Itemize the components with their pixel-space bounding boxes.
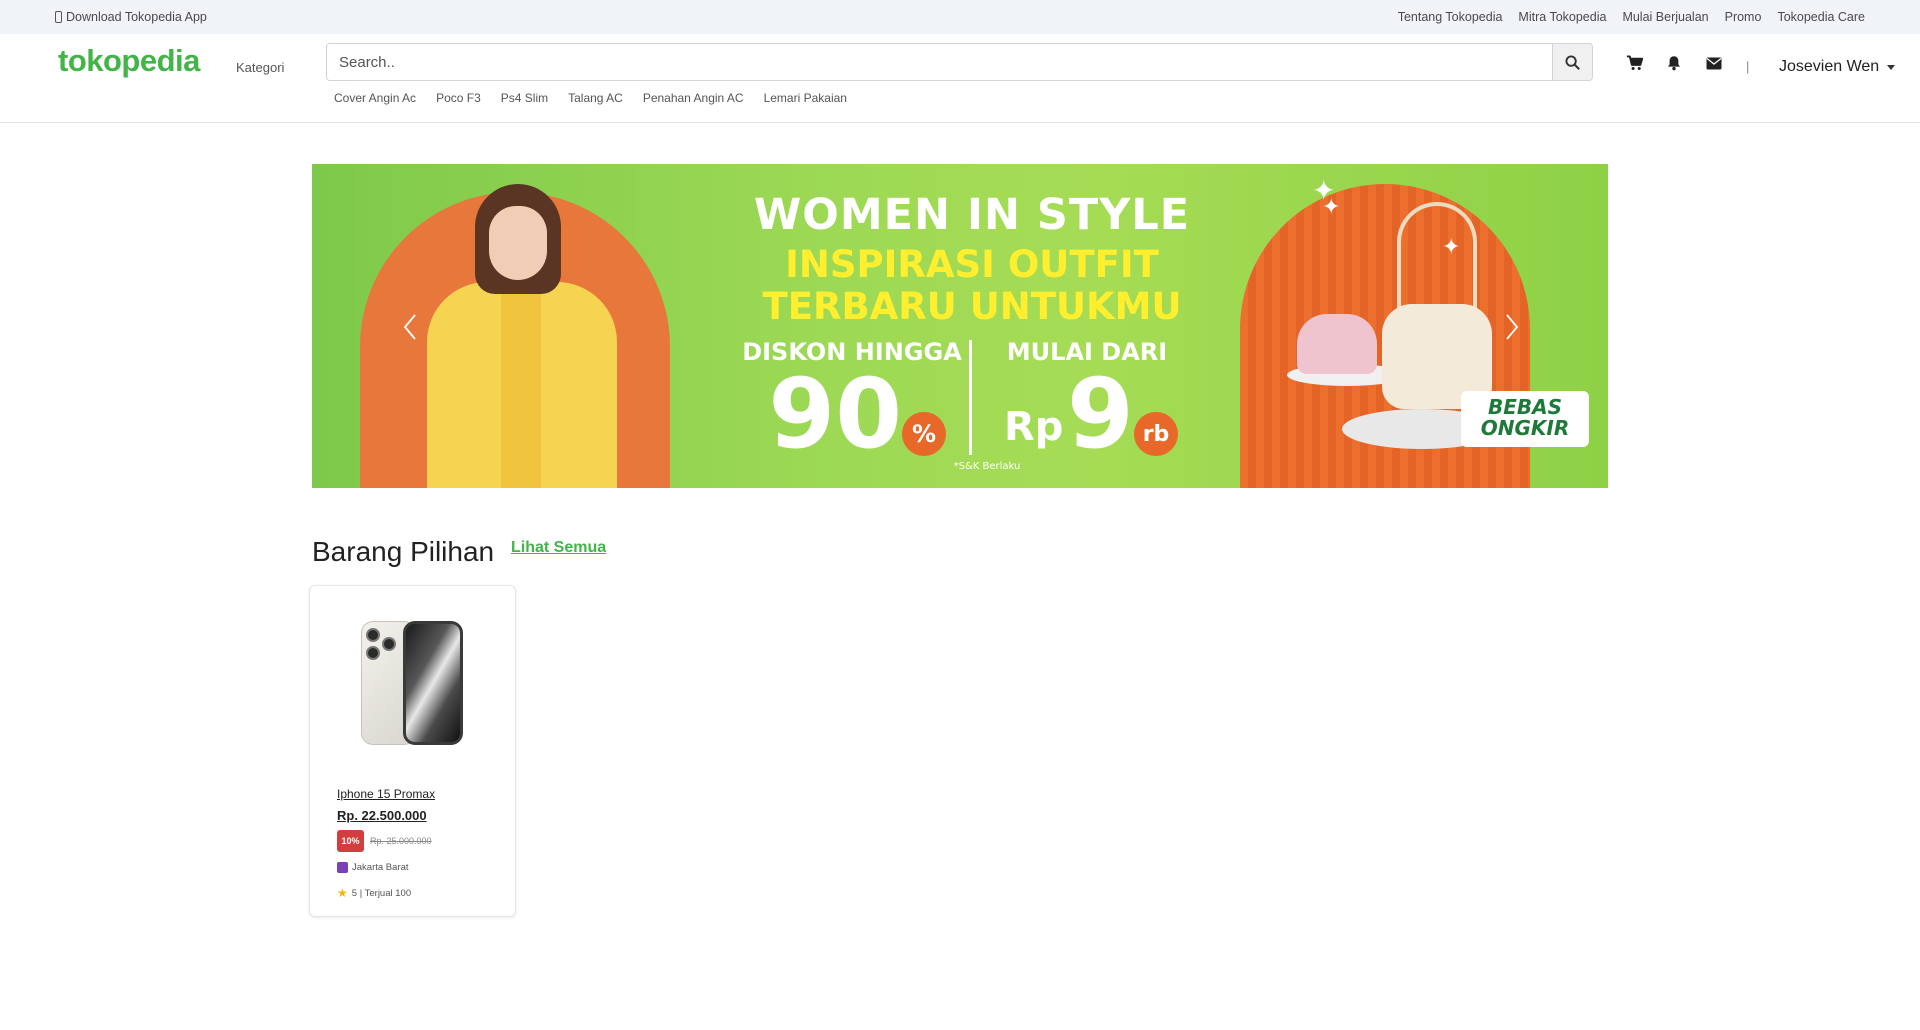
rating-sold-text: 5 | Terjual 100 <box>351 887 412 899</box>
top-links: Tentang Tokopedia Mitra Tokopedia Mulai … <box>1398 10 1865 24</box>
main-header: tokopedia Kategori Cover Angin Ac Poco F… <box>0 34 1920 123</box>
sparkle-icon: ✦ <box>1442 234 1461 259</box>
link-mulai-berjualan[interactable]: Mulai Berjualan <box>1622 10 1708 24</box>
product-rating: ★ 5 | Terjual 100 <box>337 886 411 900</box>
search-button[interactable] <box>1552 44 1592 80</box>
promo-banner[interactable]: ✦ ✦ ✦ WOMEN IN STYLE INSPIRASI OUTFIT TE… <box>312 164 1608 488</box>
banner-diskon-value: 90 <box>768 358 902 470</box>
banner-subtitle-line1: INSPIRASI OUTFIT <box>785 243 1159 286</box>
discount-badge: 10% <box>337 830 364 852</box>
user-name: Josevien Wen <box>1779 58 1880 75</box>
product-price: Rp. 22.500.000 <box>337 808 427 823</box>
banner-mulai-prefix: Rp <box>1004 404 1064 450</box>
banner-shoe-image <box>1297 314 1377 374</box>
message-button[interactable] <box>1705 54 1723 72</box>
bebas-ongkir-badge: BEBAS ONGKIR <box>1461 391 1589 447</box>
notification-button[interactable] <box>1665 54 1683 72</box>
product-location: Jakarta Barat <box>337 862 409 873</box>
bell-icon <box>1668 56 1680 71</box>
shop-badge-icon <box>337 862 348 873</box>
banner-model-image <box>417 184 617 488</box>
banner-mulai-value: 9 <box>1067 358 1134 470</box>
banner-terms: *S&K Berlaku <box>953 461 1021 472</box>
chevron-down-icon <box>1887 64 1896 70</box>
see-all-link[interactable]: Lihat Semua <box>511 539 606 557</box>
chevron-right-icon <box>1506 314 1519 340</box>
search-icon <box>1565 54 1580 70</box>
banner-subtitle: INSPIRASI OUTFIT TERBARU UNTUKMU <box>712 244 1232 328</box>
header-divider: | <box>1746 59 1750 74</box>
quick-link-cover-angin-ac[interactable]: Cover Angin Ac <box>334 91 416 105</box>
search-bar <box>326 43 1593 81</box>
download-app-link[interactable]: Download Tokopedia App <box>55 10 207 24</box>
location-text: Jakarta Barat <box>352 862 409 873</box>
envelope-icon <box>1706 57 1722 69</box>
quick-search-links: Cover Angin Ac Poco F3 Ps4 Slim Talang A… <box>334 91 847 105</box>
section-title: Barang Pilihan <box>312 536 495 567</box>
download-app-label: Download Tokopedia App <box>66 10 207 24</box>
search-input[interactable] <box>327 44 1552 80</box>
tokopedia-logo[interactable]: tokopedia <box>58 43 200 79</box>
carousel-prev-button[interactable] <box>400 312 420 342</box>
header-icons <box>1625 54 1723 72</box>
mobile-phone-icon <box>55 11 62 23</box>
kategori-menu[interactable]: Kategori <box>236 60 284 75</box>
link-tentang[interactable]: Tentang Tokopedia <box>1398 10 1503 24</box>
banner-subtitle-line2: TERBARU UNTUKMU <box>762 285 1182 328</box>
quick-link-poco-f3[interactable]: Poco F3 <box>436 91 481 105</box>
star-icon: ★ <box>337 886 348 900</box>
top-utility-bar: Download Tokopedia App Tentang Tokopedia… <box>0 0 1920 34</box>
quick-link-ps4-slim[interactable]: Ps4 Slim <box>501 91 548 105</box>
quick-link-talang-ac[interactable]: Talang AC <box>568 91 623 105</box>
sparkle-icon: ✦ <box>1322 194 1341 219</box>
link-mitra[interactable]: Mitra Tokopedia <box>1518 10 1606 24</box>
user-menu[interactable]: Josevien Wen <box>1779 58 1896 76</box>
link-tokopedia-care[interactable]: Tokopedia Care <box>1777 10 1865 24</box>
product-name[interactable]: Iphone 15 Promax <box>337 787 435 801</box>
banner-diskon-unit: % <box>902 412 946 456</box>
quick-link-lemari-pakaian[interactable]: Lemari Pakaian <box>764 91 847 105</box>
cart-icon <box>1626 55 1643 70</box>
original-price: Rp. 25.000.000 <box>370 836 432 846</box>
cart-button[interactable] <box>1625 54 1643 72</box>
quick-link-penahan-angin-ac[interactable]: Penahan Angin AC <box>643 91 744 105</box>
product-image <box>361 621 463 745</box>
chevron-left-icon <box>403 314 416 340</box>
banner-mulai-unit: rb <box>1134 412 1178 456</box>
banner-text: WOMEN IN STYLE INSPIRASI OUTFIT TERBARU … <box>712 164 1232 488</box>
carousel-next-button[interactable] <box>1502 312 1522 342</box>
link-promo[interactable]: Promo <box>1725 10 1762 24</box>
banner-title: WOMEN IN STYLE <box>753 190 1191 240</box>
product-card[interactable]: Iphone 15 Promax Rp. 22.500.000 10% Rp. … <box>309 585 516 917</box>
